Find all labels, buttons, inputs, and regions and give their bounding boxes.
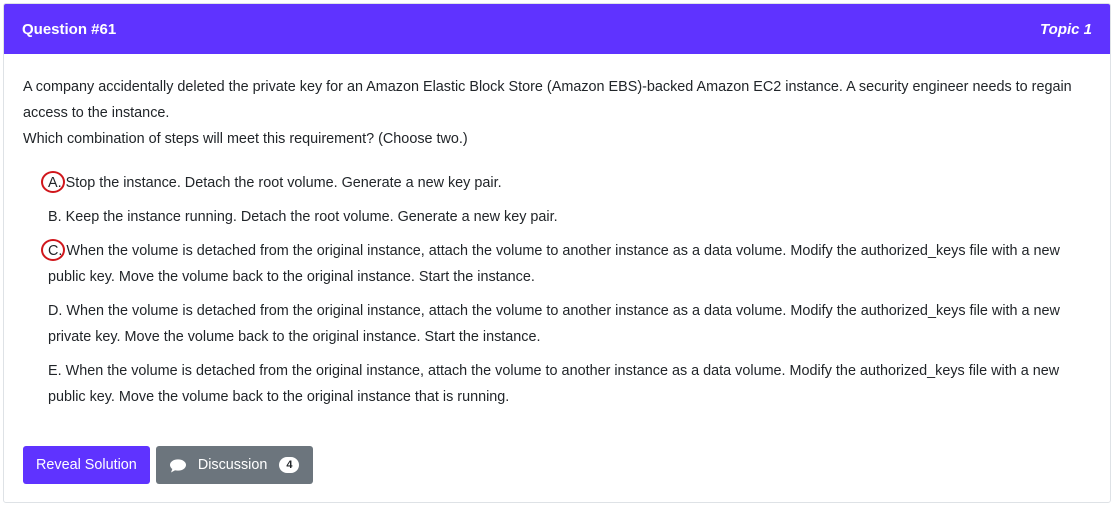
discussion-label: Discussion xyxy=(197,457,268,473)
choice-letter-e: E. xyxy=(48,363,62,379)
choice-b[interactable]: B. Keep the instance running. Detach the… xyxy=(48,204,1091,230)
choice-letter-b: B. xyxy=(48,209,62,225)
question-text-main: A company accidentally deleted the priva… xyxy=(23,79,1072,121)
choice-letter-a: A. xyxy=(41,170,65,196)
question-header: Question #61 Topic 1 xyxy=(4,4,1110,54)
choices-list: A. Stop the instance. Detach the root vo… xyxy=(23,170,1091,410)
choice-text-d: When the volume is detached from the ori… xyxy=(48,303,1060,345)
discussion-count-badge: 4 xyxy=(279,457,300,473)
question-body: A company accidentally deleted the priva… xyxy=(4,54,1110,410)
question-text: A company accidentally deleted the priva… xyxy=(23,74,1091,152)
choice-text-a: Stop the instance. Detach the root volum… xyxy=(65,175,502,191)
question-number: Question #61 xyxy=(22,20,117,38)
topic-label: Topic 1 xyxy=(1040,20,1092,38)
choice-text-e: When the volume is detached from the ori… xyxy=(48,363,1060,405)
reveal-solution-label: Reveal Solution xyxy=(36,457,137,473)
question-actions: Reveal Solution Discussion 4 xyxy=(23,446,314,484)
choice-a[interactable]: A. Stop the instance. Detach the root vo… xyxy=(41,170,1091,196)
question-text-prompt: Which combination of steps will meet thi… xyxy=(23,131,468,147)
reveal-solution-button[interactable]: Reveal Solution xyxy=(23,446,150,484)
choice-text-b: Keep the instance running. Detach the ro… xyxy=(65,209,558,225)
choice-letter-c: C. xyxy=(40,238,66,264)
choice-c[interactable]: C. When the volume is detached from the … xyxy=(40,238,1091,290)
choice-text-c: When the volume is detached from the ori… xyxy=(48,243,1060,285)
choice-e[interactable]: E. When the volume is detached from the … xyxy=(48,358,1091,410)
comment-icon xyxy=(169,459,186,473)
discussion-button[interactable]: Discussion 4 xyxy=(155,446,314,484)
choice-letter-d: D. xyxy=(48,303,63,319)
question-card: Question #61 Topic 1 A company accidenta… xyxy=(3,3,1111,503)
choice-d[interactable]: D. When the volume is detached from the … xyxy=(48,298,1091,350)
